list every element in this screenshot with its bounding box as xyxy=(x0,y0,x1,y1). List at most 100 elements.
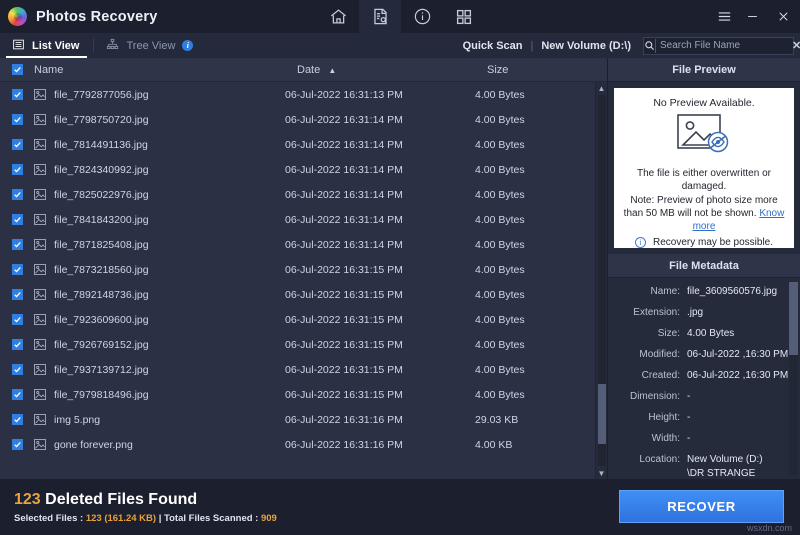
row-checkbox[interactable] xyxy=(0,89,34,100)
image-file-icon xyxy=(34,439,46,450)
row-checkbox[interactable] xyxy=(0,214,34,225)
scrollbar-thumb[interactable] xyxy=(597,384,606,444)
row-name-cell: img 5.png xyxy=(34,414,285,426)
tree-view-info-badge[interactable]: i xyxy=(182,40,194,51)
table-row[interactable]: file_7892148736.jpg 06-Jul-2022 16:31:15 … xyxy=(0,282,595,307)
file-list-scrollbar[interactable]: ▲ ▼ xyxy=(595,82,607,479)
row-checkbox[interactable] xyxy=(0,414,34,425)
row-checkbox[interactable] xyxy=(0,339,34,350)
row-checkbox[interactable] xyxy=(0,364,34,375)
home-icon[interactable] xyxy=(317,0,359,33)
image-file-icon xyxy=(34,389,46,400)
checkbox-checked-icon xyxy=(11,289,23,300)
close-icon[interactable] xyxy=(766,0,800,33)
checkbox-checked-icon xyxy=(11,364,23,375)
tab-list-view[interactable]: List View xyxy=(0,33,93,58)
preview-message-line2: damaged. xyxy=(681,181,727,192)
row-checkbox[interactable] xyxy=(0,314,34,325)
row-file-name: file_7923609600.jpg xyxy=(54,313,149,326)
table-row[interactable]: file_7798750720.jpg 06-Jul-2022 16:31:14 … xyxy=(0,107,595,132)
scrollbar-track[interactable] xyxy=(597,95,606,466)
scan-info: Quick Scan | New Volume (D:\) ✕ xyxy=(463,33,800,58)
row-file-name: file_7926769152.jpg xyxy=(54,338,149,351)
row-name-cell: file_7792877056.jpg xyxy=(34,89,285,101)
row-checkbox[interactable] xyxy=(0,189,34,200)
row-checkbox[interactable] xyxy=(0,289,34,300)
table-row[interactable]: file_7792877056.jpg 06-Jul-2022 16:31:13 … xyxy=(0,82,595,107)
search-box[interactable]: ✕ xyxy=(643,36,800,55)
row-size: 4.00 Bytes xyxy=(475,238,525,251)
column-header-size[interactable]: Size xyxy=(487,64,607,76)
row-checkbox[interactable] xyxy=(0,264,34,275)
photos-recovery-logo xyxy=(8,7,27,26)
metadata-scrollbar-thumb[interactable] xyxy=(789,282,798,356)
recovery-note-text: Recovery may be possible. xyxy=(652,237,774,248)
search-input[interactable] xyxy=(655,38,792,53)
app-window: Photos Recovery List View Tree View i Qu… xyxy=(0,0,800,535)
row-size: 4.00 Bytes xyxy=(475,263,525,276)
column-header-name[interactable]: Name xyxy=(34,64,297,76)
metadata-value: 4.00 Bytes xyxy=(687,328,735,339)
table-row[interactable]: gone forever.png 06-Jul-2022 16:31:16 PM 4… xyxy=(0,432,595,457)
close-icon[interactable]: ✕ xyxy=(792,39,800,52)
table-row[interactable]: file_7841843200.jpg 06-Jul-2022 16:31:14 … xyxy=(0,207,595,232)
row-checkbox[interactable] xyxy=(0,439,34,450)
row-date: 06-Jul-2022 16:31:14 PM xyxy=(285,213,403,226)
table-row[interactable]: img 5.png 06-Jul-2022 16:31:16 PM 29.03 KB xyxy=(0,407,595,432)
footer-status: 123 Deleted Files Found Selected Files :… xyxy=(0,491,277,524)
metadata-scrollbar[interactable] xyxy=(789,282,798,475)
image-file-icon xyxy=(34,264,46,275)
grid-icon[interactable] xyxy=(443,0,485,33)
column-header-date[interactable]: Date ▲ xyxy=(297,64,487,76)
row-checkbox[interactable] xyxy=(0,164,34,175)
scroll-down-arrow-icon[interactable]: ▼ xyxy=(596,467,608,479)
info-icon[interactable] xyxy=(401,0,443,33)
select-all-checkbox[interactable] xyxy=(0,64,34,75)
metadata-row: Size: 4.00 Bytes xyxy=(608,328,789,340)
metadata-value: 06-Jul-2022 ,16:30 PM xyxy=(687,370,789,381)
row-file-name: file_7873218560.jpg xyxy=(54,263,149,276)
tab-tree-view[interactable]: Tree View i xyxy=(94,33,207,58)
minimize-icon[interactable] xyxy=(738,0,766,33)
metadata-row: Created: 06-Jul-2022 ,16:30 PM xyxy=(608,370,789,382)
table-row[interactable]: file_7923609600.jpg 06-Jul-2022 16:31:15 … xyxy=(0,307,595,332)
tab-list-view-label: List View xyxy=(32,39,80,52)
row-file-name: file_7979818496.jpg xyxy=(54,388,149,401)
row-checkbox[interactable] xyxy=(0,114,34,125)
image-file-icon xyxy=(34,89,46,100)
recover-button[interactable]: RECOVER xyxy=(619,490,784,523)
sort-ascending-icon: ▲ xyxy=(328,65,337,75)
table-row[interactable]: file_7871825408.jpg 06-Jul-2022 16:31:14 … xyxy=(0,232,595,257)
row-file-name: file_7825022976.jpg xyxy=(54,188,149,201)
row-date: 06-Jul-2022 16:31:15 PM xyxy=(285,388,403,401)
metadata-row: Dimension: - xyxy=(608,391,789,403)
column-header-date-label: Date xyxy=(297,63,321,76)
recovery-possible-note: i Recovery may be possible. xyxy=(634,237,774,248)
metadata-row: Height: - xyxy=(608,412,789,424)
checkbox-checked-icon xyxy=(11,139,23,150)
table-row[interactable]: file_7937139712.jpg 06-Jul-2022 16:31:15 … xyxy=(0,357,595,382)
title-bar: Photos Recovery xyxy=(0,0,800,33)
table-row[interactable]: file_7926769152.jpg 06-Jul-2022 16:31:15 … xyxy=(0,332,595,357)
row-checkbox[interactable] xyxy=(0,389,34,400)
row-date: 06-Jul-2022 16:31:16 PM xyxy=(285,438,403,451)
table-row[interactable]: file_7824340992.jpg 06-Jul-2022 16:31:14 … xyxy=(0,157,595,182)
metadata-row: Extension: .jpg xyxy=(608,307,789,319)
table-row[interactable]: file_7825022976.jpg 06-Jul-2022 16:31:14 … xyxy=(0,182,595,207)
table-row[interactable]: file_7814491136.jpg 06-Jul-2022 16:31:14 … xyxy=(0,132,595,157)
row-date: 06-Jul-2022 16:31:14 PM xyxy=(285,138,403,151)
metadata-label: Extension: xyxy=(633,307,680,318)
row-file-name: file_7814491136.jpg xyxy=(54,138,148,151)
total-scanned-count: 909 xyxy=(260,512,277,524)
table-row[interactable]: file_7873218560.jpg 06-Jul-2022 16:31:15 … xyxy=(0,257,595,282)
row-checkbox[interactable] xyxy=(0,139,34,150)
row-size: 4.00 Bytes xyxy=(475,163,525,176)
table-row[interactable]: file_7979818496.jpg 06-Jul-2022 16:31:15 … xyxy=(0,382,595,407)
scroll-up-arrow-icon[interactable]: ▲ xyxy=(596,82,608,94)
row-date: 06-Jul-2022 16:31:15 PM xyxy=(285,338,403,351)
checkbox-checked-icon xyxy=(11,164,23,175)
menu-icon[interactable] xyxy=(710,0,738,33)
scan-document-icon[interactable] xyxy=(359,0,402,33)
row-checkbox[interactable] xyxy=(0,239,34,250)
row-date: 06-Jul-2022 16:31:14 PM xyxy=(285,238,403,251)
